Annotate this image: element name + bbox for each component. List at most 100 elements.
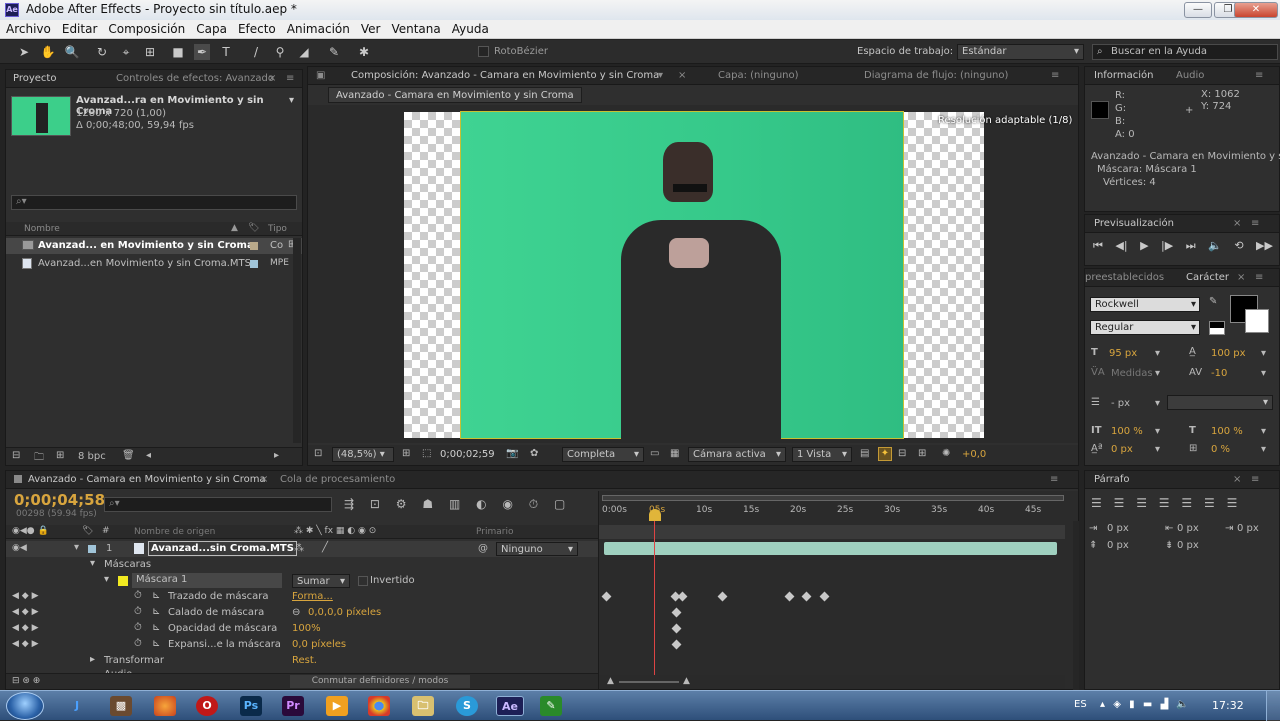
leading-value[interactable]: 100 px (1211, 348, 1246, 359)
font-family-select[interactable]: Rockwell ▾ (1090, 297, 1200, 312)
tab-render-queue[interactable]: Cola de procesamiento (280, 474, 395, 485)
comp-breadcrumb[interactable]: Avanzado - Camara en Movimiento y sin Cr… (328, 87, 582, 103)
transform-row[interactable]: ▸ Transformar Rest. (6, 653, 598, 669)
minimize-button[interactable]: — (1184, 2, 1212, 18)
col-type[interactable]: Tipo (268, 224, 287, 234)
align-right-icon[interactable]: ☰ (1136, 496, 1147, 510)
premiere-icon[interactable]: Pr (282, 696, 304, 716)
rotobezier-checkbox[interactable] (478, 46, 489, 57)
property-value[interactable]: Forma... (292, 591, 333, 602)
layer-row[interactable]: ◉◀ ▾ 1 Avanzad...sin Croma.MTS ⁂ ╱ @ Nin… (6, 541, 598, 557)
justify-right-icon[interactable]: ☰ (1204, 496, 1215, 510)
chevron-down-icon[interactable]: ▾ (1261, 368, 1266, 379)
tab-audio[interactable]: Audio (1176, 70, 1204, 81)
close-icon[interactable]: × (1237, 272, 1245, 283)
skype-icon[interactable]: S (456, 696, 478, 716)
sort-icon[interactable]: ▲ (231, 223, 238, 233)
keyframe[interactable] (601, 591, 612, 602)
text-tool-icon[interactable]: T (218, 44, 234, 60)
quality-icon[interactable]: ╱ (322, 542, 328, 553)
audio-icon[interactable]: 🔈 (1208, 239, 1222, 252)
stopwatch-icon[interactable]: ⏱ (134, 606, 142, 617)
justify-left-icon[interactable]: ☰ (1159, 496, 1170, 510)
label-icon[interactable]: 🏷 (248, 223, 259, 233)
expand-icon[interactable]: ▸ (90, 654, 95, 665)
tab-effect-controls[interactable]: Controles de efectos: Avanzado (116, 73, 274, 84)
close-icon[interactable]: × (268, 73, 276, 84)
network-icon[interactable]: ▟ (1160, 699, 1168, 710)
prev-frame-icon[interactable]: ◀| (1115, 239, 1127, 252)
playhead-handle[interactable] (649, 509, 661, 521)
rectangle-tool-icon[interactable]: ■ (170, 44, 186, 60)
layer-name[interactable]: Avanzad...sin Croma.MTS (148, 541, 297, 556)
tab-timeline[interactable]: Avanzado - Camara en Movimiento y sin Cr… (28, 474, 266, 485)
keyframe-nav-icon[interactable]: ◀ ◆ ▶ (12, 623, 39, 633)
auto-keyframe-icon[interactable]: ⏱ (529, 497, 538, 511)
panel-menu-icon[interactable]: ≡ (286, 73, 294, 84)
taskbar-app-icon[interactable]: J (66, 696, 88, 716)
chevron-down-icon[interactable]: ▾ (1155, 368, 1160, 379)
resolution-select[interactable]: Completa ▾ (562, 447, 644, 462)
keyframe[interactable] (671, 639, 682, 650)
after-effects-taskbar-icon[interactable]: Ae (496, 696, 524, 716)
green-screen-footage[interactable] (460, 111, 904, 440)
property-row[interactable]: ◀ ◆ ▶ ⏱ ⊾ Expansi...e la máscara 0,0 píx… (6, 637, 598, 653)
pixel-aspect-icon[interactable]: ▤ (860, 448, 869, 459)
property-row[interactable]: ◀ ◆ ▶ ⏱ ⊾ Opacidad de máscara 100% (6, 621, 598, 637)
panel-menu-icon[interactable]: ≡ (1255, 272, 1263, 283)
menu-composicion[interactable]: Composición (102, 20, 190, 36)
pickwhip-icon[interactable]: @ (478, 543, 488, 554)
pan-behind-tool-icon[interactable]: ⊞ (142, 44, 158, 60)
expand-icon[interactable]: ▾ (104, 574, 109, 585)
panel-menu-icon[interactable]: ≡ (1050, 474, 1058, 485)
mask-row[interactable]: ▾ Máscara 1 Sumar ▾ Invertido (6, 573, 598, 589)
roto-brush-tool-icon[interactable]: ✎ (326, 44, 342, 60)
ram-preview-icon[interactable]: ▶▶ (1256, 239, 1273, 252)
project-search-input[interactable]: ⌕▾ (11, 195, 297, 210)
time-graph[interactable]: 0:00s 05s 10s 15s 20s 25s 30s 35s 40s 45… (598, 491, 1079, 691)
motion-blur-icon[interactable]: ◐ (476, 497, 486, 511)
tracking-value[interactable]: -10 (1211, 368, 1227, 379)
time-ruler[interactable]: 0:00s 05s 10s 15s 20s 25s 30s 35s 40s 45… (602, 503, 1064, 525)
space-before-value[interactable]: 0 px (1107, 540, 1129, 551)
new-folder-icon[interactable]: 🗀 (34, 450, 44, 467)
align-left-icon[interactable]: ☰ (1091, 496, 1102, 510)
comp-timecode[interactable]: 0;00;02;59 (440, 449, 495, 460)
menu-ver[interactable]: Ver (355, 20, 386, 36)
chevron-down-icon[interactable]: ▾ (1155, 398, 1160, 409)
first-line-value[interactable]: 0 px (1237, 523, 1259, 534)
current-timecode[interactable]: 0;00;04;58 (14, 491, 105, 509)
toggle-switches-modes[interactable]: Conmutar definidores / modos (290, 675, 470, 688)
pen-tool-icon[interactable]: ✒ (194, 44, 210, 60)
col-source-name[interactable]: Nombre de origen (134, 527, 215, 537)
camera-tool-icon[interactable]: ⌖ (118, 44, 134, 60)
menu-archivo[interactable]: Archivo (0, 20, 56, 36)
tab-presets[interactable]: preestablecidos (1085, 272, 1164, 283)
align-center-icon[interactable]: ☰ (1114, 496, 1125, 510)
brush-tool-icon[interactable]: / (248, 44, 264, 60)
keyframe[interactable] (717, 591, 728, 602)
close-button[interactable]: ✕ (1234, 2, 1278, 18)
safe-zones-icon[interactable]: ⊞ (402, 448, 410, 459)
masks-row[interactable]: ▾ Máscaras (6, 557, 598, 573)
menu-editar[interactable]: Editar (56, 20, 103, 36)
opera-icon[interactable]: O (196, 696, 218, 716)
stroke-width-value[interactable]: - px (1111, 398, 1130, 409)
selection-tool-icon[interactable]: ➤ (16, 44, 32, 60)
keyframe-nav-icon[interactable]: ◀ ◆ ▶ (12, 639, 39, 649)
stroke-color-swatch[interactable] (1245, 309, 1269, 333)
view-layout-select[interactable]: 1 Vista ▾ (792, 447, 852, 462)
vertical-scale-value[interactable]: 100 % (1111, 426, 1143, 437)
timeline-search-input[interactable]: ⌕▾ (104, 497, 332, 512)
close-icon[interactable]: × (1233, 218, 1241, 229)
tab-proyecto[interactable]: Proyecto (13, 73, 56, 84)
justify-all-icon[interactable]: ☰ (1227, 496, 1238, 510)
property-value[interactable]: 100% (292, 623, 321, 634)
chevron-down-icon[interactable]: ▾ (1155, 348, 1160, 359)
clone-stamp-tool-icon[interactable]: ⚲ (272, 44, 288, 60)
flowchart-icon[interactable]: ⊞ (918, 448, 926, 459)
property-value[interactable]: 0,0,0,0 píxeles (308, 607, 381, 618)
tray-app-icon[interactable]: ▬ (1143, 699, 1152, 710)
exposure-value[interactable]: +0,0 (962, 449, 986, 460)
default-colors-icon[interactable] (1209, 321, 1225, 335)
